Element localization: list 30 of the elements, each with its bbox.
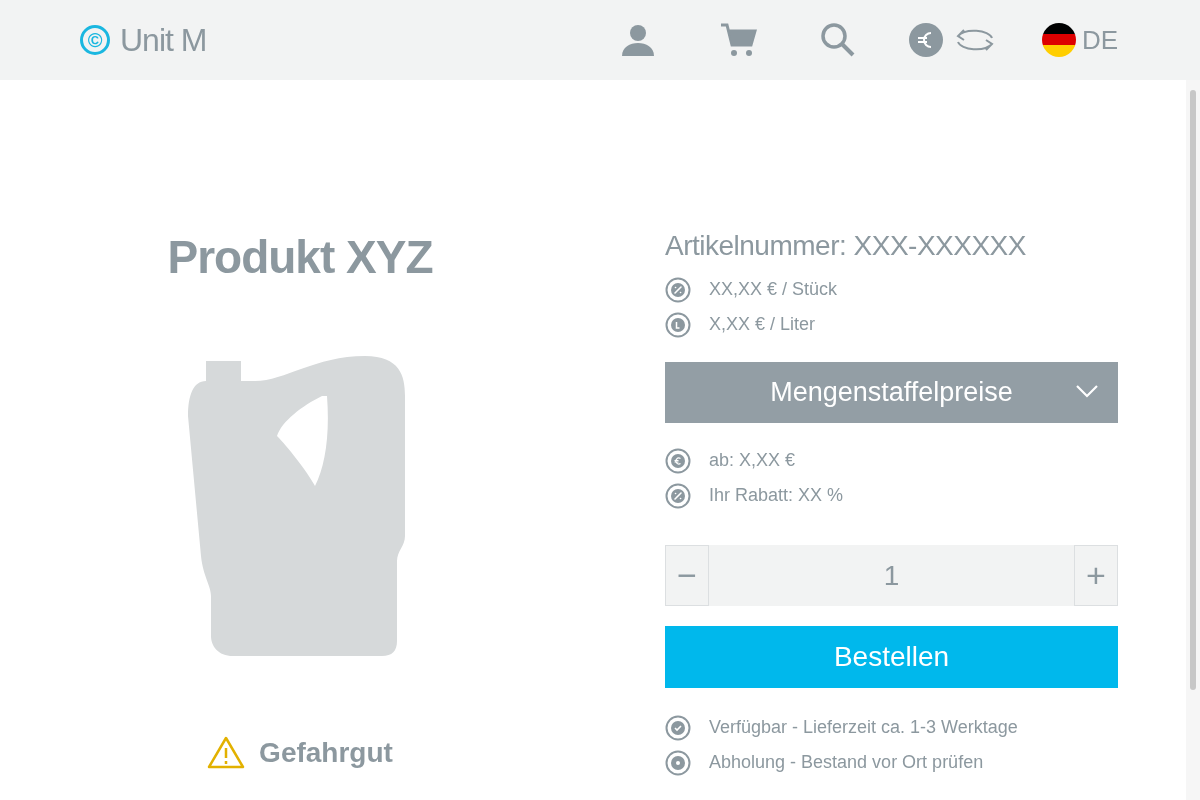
availability-text: Abholung - Bestand vor Ort prüfen <box>709 752 984 773</box>
language-button[interactable]: DE <box>1018 20 1118 60</box>
decrease-button[interactable]: − <box>665 545 709 606</box>
euro-icon <box>665 447 691 474</box>
price-text: XX,XX € / Stück <box>709 279 838 300</box>
article-number: Artikelnummer: XXX-XXXXXX <box>665 230 1027 262</box>
tier-price-dropdown[interactable]: Mengenstaffelpreise <box>665 362 1118 423</box>
price-text: X,XX € / Liter <box>709 314 816 335</box>
tier-info-text: ab: X,XX € <box>709 450 796 471</box>
check-icon <box>665 714 691 741</box>
search-icon <box>820 22 856 58</box>
hazard-label: Gefahrgut <box>259 736 393 769</box>
availability-text: Verfügbar - Lieferzeit ca. 1-3 Werktage <box>709 717 1018 738</box>
increase-button[interactable]: + <box>1074 545 1118 606</box>
cart-icon <box>719 22 757 58</box>
liter-icon <box>665 311 691 338</box>
scrollbar[interactable] <box>1186 80 1200 800</box>
tier-info-text: Ihr Rabatt: XX % <box>709 485 844 506</box>
logo-mark[interactable]: © <box>80 25 110 55</box>
percent-icon <box>665 482 691 509</box>
german-flag-icon <box>1041 23 1076 57</box>
product-title: Produkt XYZ <box>167 230 433 284</box>
chevron-icon <box>1076 382 1098 400</box>
percent-icon <box>665 276 691 303</box>
location-icon <box>665 749 691 776</box>
warning-icon <box>207 736 246 769</box>
user-icon <box>620 22 656 58</box>
logo-text[interactable]: Unit M <box>120 21 207 59</box>
order-button[interactable]: Bestellen <box>665 626 1118 688</box>
quantity-field[interactable]: 1 <box>709 545 1074 606</box>
